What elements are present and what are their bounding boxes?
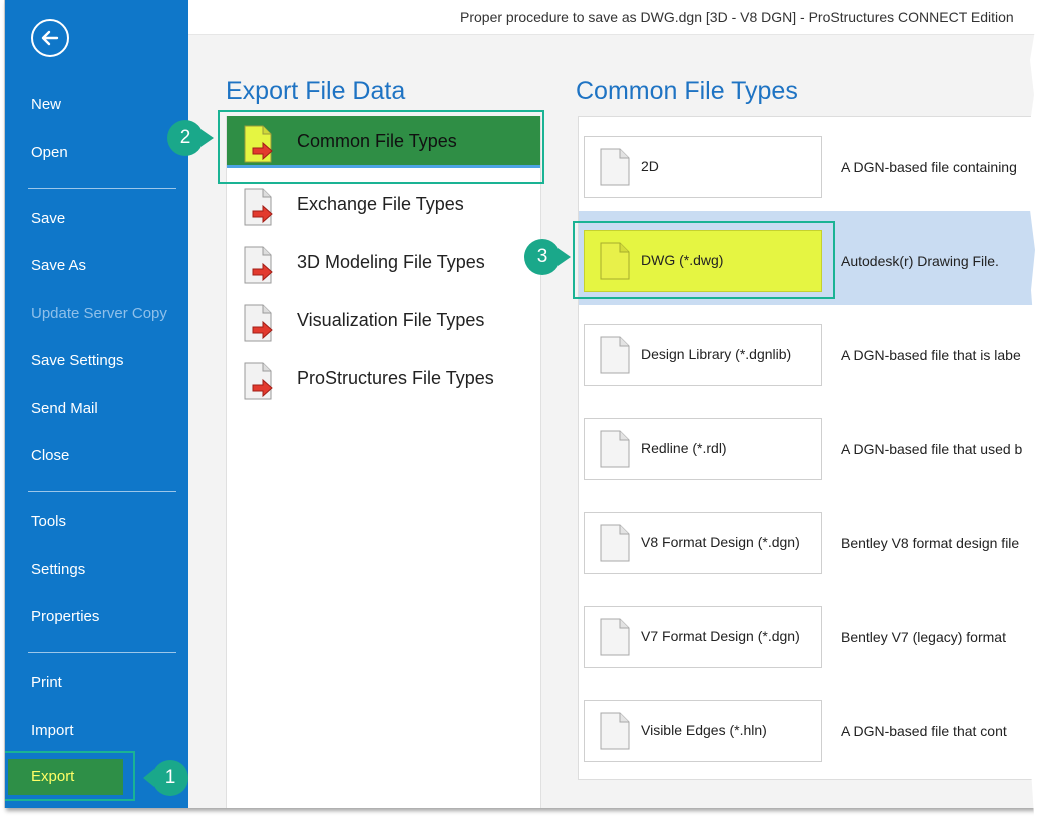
export-highlight-frame [5, 751, 135, 801]
category-highlight-frame [218, 110, 544, 184]
callout-number: 2 [179, 127, 191, 148]
common-file-types-heading: Common File Types [576, 77, 798, 105]
category-label: 3D Modeling File Types [297, 252, 485, 272]
document-icon [600, 430, 630, 468]
file-type-name: Visible Edges (*.hln) [641, 722, 767, 738]
file-type-tile[interactable]: 2D [584, 136, 822, 198]
file-type-description: A DGN-based file that cont [841, 723, 1007, 739]
step-callout-2: 2 [167, 120, 214, 156]
step-callout-3: 3 [524, 239, 571, 275]
export-file-icon [244, 188, 273, 226]
title-bar: Proper procedure to save as DWG.dgn [3D … [188, 0, 1035, 35]
callout-pointer [558, 248, 571, 266]
nav-print[interactable]: Print [31, 673, 62, 693]
nav-properties[interactable]: Properties [31, 607, 99, 627]
nav-import[interactable]: Import [31, 721, 74, 741]
nav-divider [28, 652, 176, 653]
category-exchange-file-types[interactable]: Exchange File Types [227, 179, 540, 231]
nav-settings[interactable]: Settings [31, 560, 85, 580]
file-type-name: 2D [641, 158, 659, 174]
back-arrow-icon [41, 30, 59, 46]
export-category-list: Common File Types Exchange File Types 3D… [226, 116, 541, 808]
file-type-description: Bentley V7 (legacy) format [841, 629, 1006, 645]
nav-new[interactable]: New [31, 95, 61, 115]
callout-number: 3 [536, 246, 548, 267]
document-icon [600, 712, 630, 750]
export-file-icon [244, 246, 273, 284]
dwg-highlight-frame [573, 221, 835, 299]
backstage-sidebar: New Open Save Save As Update Server Copy… [5, 0, 188, 808]
file-type-name: V7 Format Design (*.dgn) [641, 628, 800, 644]
category-visualization-file-types[interactable]: Visualization File Types [227, 295, 540, 347]
step-callout-1: 1 [143, 760, 188, 796]
back-button[interactable] [31, 19, 69, 57]
file-type-name: Design Library (*.dgnlib) [641, 346, 792, 362]
file-type-tile[interactable]: V7 Format Design (*.dgn) [584, 606, 822, 668]
file-type-name: V8 Format Design (*.dgn) [641, 534, 800, 550]
nav-save[interactable]: Save [31, 209, 65, 229]
file-type-tile[interactable]: Design Library (*.dgnlib) [584, 324, 822, 386]
document-icon [600, 524, 630, 562]
file-type-row-design-library[interactable]: Design Library (*.dgnlib) A DGN-based fi… [579, 305, 1035, 399]
file-type-tile[interactable]: Visible Edges (*.hln) [584, 700, 822, 762]
nav-divider [28, 188, 176, 189]
file-type-row-2d[interactable]: 2D A DGN-based file containing [579, 117, 1035, 211]
category-3d-modeling-file-types[interactable]: 3D Modeling File Types [227, 237, 540, 289]
category-label: Exchange File Types [297, 194, 464, 214]
export-file-data-heading: Export File Data [226, 77, 406, 105]
file-type-description: A DGN-based file that used b [841, 441, 1023, 457]
nav-update-server-copy: Update Server Copy [31, 305, 167, 322]
callout-number: 1 [164, 767, 176, 788]
category-prostructures-file-types[interactable]: ProStructures File Types [227, 353, 540, 405]
file-type-tile[interactable]: Redline (*.rdl) [584, 418, 822, 480]
file-type-list: 2D A DGN-based file containing DWG (*.dw… [578, 116, 1035, 780]
nav-save-as[interactable]: Save As [31, 256, 86, 276]
export-file-icon [244, 362, 273, 400]
file-type-name: Redline (*.rdl) [641, 440, 727, 456]
file-type-row-v8-format[interactable]: V8 Format Design (*.dgn) Bentley V8 form… [579, 493, 1035, 587]
nav-divider [28, 491, 176, 492]
nav-save-settings[interactable]: Save Settings [31, 351, 124, 371]
nav-close[interactable]: Close [31, 446, 69, 466]
file-type-description: A DGN-based file containing [841, 159, 1017, 175]
category-label: ProStructures File Types [297, 368, 494, 388]
callout-pointer [143, 769, 154, 787]
nav-tools[interactable]: Tools [31, 512, 66, 532]
file-type-description: A DGN-based file that is labe [841, 347, 1021, 363]
nav-open[interactable]: Open [31, 143, 68, 163]
document-icon [600, 148, 630, 186]
export-file-icon [244, 304, 273, 342]
callout-pointer [201, 129, 214, 147]
nav-send-mail[interactable]: Send Mail [31, 399, 98, 419]
window-title: Proper procedure to save as DWG.dgn [3D … [460, 9, 1014, 25]
document-icon [600, 618, 630, 656]
file-type-description: Bentley V8 format design file [841, 535, 1020, 551]
file-type-row-redline[interactable]: Redline (*.rdl) A DGN-based file that us… [579, 399, 1035, 493]
file-type-tile[interactable]: V8 Format Design (*.dgn) [584, 512, 822, 574]
torn-edge-decoration [1029, 0, 1040, 816]
file-type-row-v7-format[interactable]: V7 Format Design (*.dgn) Bentley V7 (leg… [579, 587, 1035, 681]
document-icon [600, 336, 630, 374]
category-label: Visualization File Types [297, 310, 485, 330]
file-type-row-visible-edges[interactable]: Visible Edges (*.hln) A DGN-based file t… [579, 681, 1035, 775]
backstage-window: New Open Save Save As Update Server Copy… [4, 0, 1035, 808]
file-type-description: Autodesk(r) Drawing File. [841, 253, 999, 269]
